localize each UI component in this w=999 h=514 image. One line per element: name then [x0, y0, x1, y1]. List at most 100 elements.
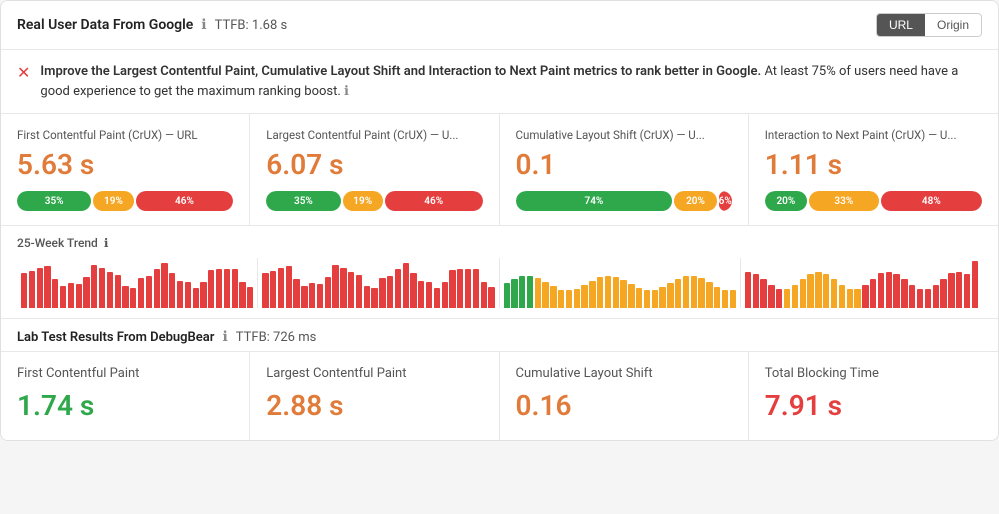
trend-bar-2-5: [542, 282, 548, 308]
crux-metric-value-2: 0.1: [516, 148, 732, 181]
lab-help-icon[interactable]: ℹ: [222, 329, 227, 345]
trend-bar-2-3: [527, 276, 533, 308]
trend-help-icon[interactable]: ℹ: [104, 236, 109, 250]
alert-help-icon[interactable]: ℹ: [344, 84, 349, 99]
trend-bar-3-12: [839, 285, 845, 308]
trend-bar-3-16: [870, 279, 876, 308]
trend-bar-2-24: [691, 276, 697, 308]
crux-metric-card-3: Interaction to Next Paint (CrUX) — U...1…: [749, 114, 998, 225]
trend-bar-0-2: [37, 268, 43, 308]
trend-bar-3-11: [831, 279, 837, 308]
trend-bar-3-0: [745, 272, 751, 309]
lab-metric-value-3: 7.91 s: [765, 389, 982, 422]
trend-bar-1-19: [410, 273, 416, 308]
trend-bar-1-14: [371, 288, 377, 308]
header-left: Real User Data From Google ℹ TTFB: 1.68 …: [17, 17, 287, 33]
crux-metric-value-1: 6.07 s: [266, 148, 482, 181]
trend-bar-0-8: [83, 277, 89, 308]
alert-close-icon[interactable]: ✕: [17, 63, 30, 82]
trend-chart-3: [741, 258, 982, 308]
trend-bar-0-0: [21, 273, 27, 308]
url-origin-toggle: URL Origin: [876, 13, 982, 37]
trend-bar-3-3: [768, 285, 774, 308]
trend-bar-2-6: [550, 286, 556, 308]
alert-banner: ✕ Improve the Largest Contentful Paint, …: [1, 50, 998, 114]
lab-ttfb: TTFB: 726 ms: [236, 330, 317, 345]
lab-metric-value-1: 2.88 s: [266, 389, 482, 422]
lab-metric-value-0: 1.74 s: [17, 389, 233, 422]
trend-bar-2-29: [730, 290, 736, 308]
trend-bar-1-26: [465, 269, 471, 308]
trend-bar-1-15: [379, 278, 385, 308]
trend-bar-1-9: [332, 265, 338, 308]
trend-bar-3-9: [815, 272, 821, 308]
trend-bar-2-19: [652, 290, 658, 308]
alert-text: Improve the Largest Contentful Paint, Cu…: [40, 62, 982, 101]
trend-bar-3-18: [886, 272, 892, 308]
crux-metric-value-0: 5.63 s: [17, 148, 233, 181]
bar-segment-1-1: 19%: [343, 191, 383, 211]
lab-metric-card-0: First Contentful Paint 1.74 s: [1, 351, 250, 440]
header-ttfb: TTFB: 1.68 s: [215, 18, 288, 33]
trend-bar-1-20: [418, 281, 424, 308]
trend-header: 25-Week Trend ℹ: [17, 236, 982, 250]
trend-bar-2-11: [589, 281, 595, 308]
trend-bar-1-2: [278, 268, 284, 308]
trend-bar-3-17: [878, 273, 884, 308]
bar-segment-2-2: 6%: [719, 191, 732, 211]
bar-segment-0-0: 35%: [17, 191, 91, 211]
trend-bar-2-18: [644, 290, 650, 308]
trend-bar-0-4: [52, 279, 58, 308]
alert-bold-text: Improve the Largest Contentful Paint, Cu…: [40, 64, 761, 79]
lab-metric-card-3: Total Blocking Time 7.91 s: [749, 351, 998, 440]
bar-segment-0-1: 19%: [93, 191, 133, 211]
trend-bar-3-27: [956, 272, 962, 308]
trend-bar-2-4: [535, 278, 541, 308]
trend-bar-1-5: [301, 286, 307, 308]
crux-metric-bar-0: 35%19%46%: [17, 191, 233, 211]
trend-bar-2-28: [722, 290, 728, 308]
trend-bar-0-9: [91, 265, 97, 308]
lab-metric-label-3: Total Blocking Time: [765, 366, 982, 381]
crux-metric-bar-2: 74%20%6%: [516, 191, 732, 211]
lab-metric-label-0: First Contentful Paint: [17, 366, 233, 381]
url-toggle-button[interactable]: URL: [877, 14, 925, 36]
trend-bar-3-6: [792, 285, 798, 308]
lab-title: Lab Test Results From DebugBear: [17, 330, 214, 345]
trend-charts: [17, 258, 982, 308]
trend-bar-1-25: [457, 269, 463, 308]
trend-bar-0-10: [99, 268, 105, 308]
trend-bar-2-26: [706, 282, 712, 308]
lab-metric-label-1: Largest Contentful Paint: [266, 366, 482, 381]
trend-bar-1-12: [356, 275, 362, 308]
trend-bar-1-7: [317, 284, 323, 308]
trend-bar-1-29: [488, 287, 494, 308]
trend-bar-0-5: [60, 286, 66, 308]
crux-metric-card-2: Cumulative Layout Shift (CrUX) — U... 0.1…: [500, 114, 749, 225]
trend-bar-0-19: [169, 273, 175, 308]
trend-bar-1-16: [387, 276, 393, 308]
trend-bar-3-26: [948, 273, 954, 308]
trend-bar-2-25: [698, 278, 704, 308]
trend-bar-0-7: [76, 284, 82, 308]
trend-bar-3-10: [823, 274, 829, 308]
header-info-icon[interactable]: ℹ: [201, 17, 206, 33]
crux-metric-label-2: Cumulative Layout Shift (CrUX) — U...: [516, 128, 732, 142]
trend-bar-3-28: [964, 274, 970, 308]
trend-chart-1: [258, 258, 499, 308]
trend-bar-0-13: [122, 286, 128, 308]
trend-bar-2-10: [581, 285, 587, 308]
trend-bar-3-7: [800, 279, 806, 308]
trend-bar-2-15: [620, 280, 626, 308]
trend-section: 25-Week Trend ℹ: [1, 226, 998, 319]
trend-bar-0-17: [154, 269, 160, 308]
crux-metric-bar-1: 35%19%46%: [266, 191, 482, 211]
trend-chart-0: [17, 258, 258, 308]
origin-toggle-button[interactable]: Origin: [925, 14, 981, 36]
trend-bar-2-12: [597, 277, 603, 308]
crux-metric-card-0: First Contentful Paint (CrUX) — URL5.63 …: [1, 114, 250, 225]
bar-segment-3-1: 33%: [809, 191, 879, 211]
trend-bar-3-13: [847, 289, 853, 308]
trend-bar-2-23: [683, 276, 689, 308]
trend-bar-3-19: [893, 274, 899, 308]
